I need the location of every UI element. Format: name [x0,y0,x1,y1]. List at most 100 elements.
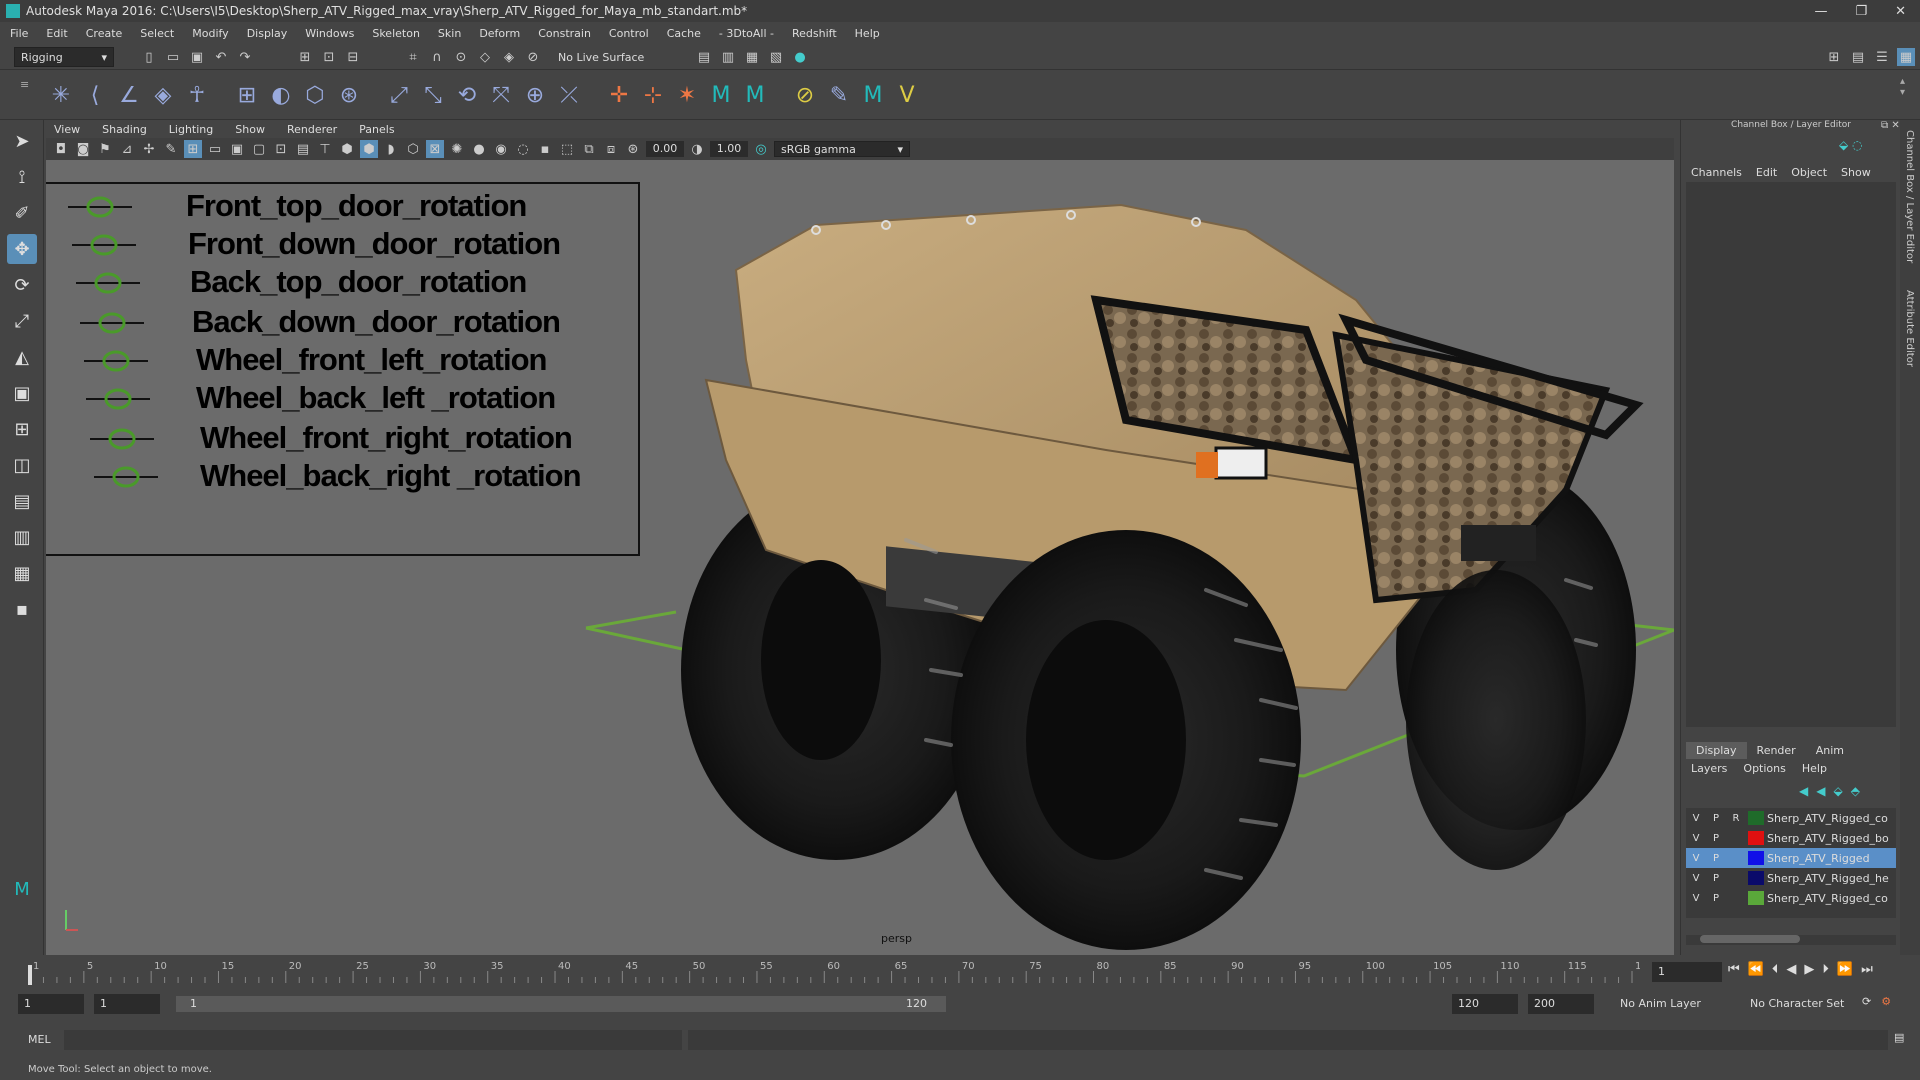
rotation-control-icon[interactable] [90,428,154,450]
modeling-toolkit-icon[interactable]: ⊞ [1825,48,1843,66]
panel-float-icon[interactable]: ⧉ ✕ [1881,120,1900,131]
go-to-start-icon[interactable]: ⏮ [1728,962,1740,977]
safe-action-icon[interactable]: ▤ [294,140,312,158]
aim-constraint-icon[interactable]: ⊕ [520,80,550,110]
layer-playback-toggle[interactable]: P [1706,853,1726,864]
help-menu[interactable]: Help [1802,762,1827,775]
resolution-gate-icon[interactable]: ▣ [228,140,246,158]
time-slider[interactable]: 1 5 10 15 20 25 30 35 40 45 50 55 60 65 70 75 80 85 90 95 10… [20,957,1640,987]
tab-display[interactable]: Display [1686,741,1747,759]
layer-playback-toggle[interactable]: P [1706,873,1726,884]
end-time-field[interactable]: 200 [1528,994,1594,1014]
perspective-viewport[interactable]: Front_top_door_rotation Front_down_door_r… [46,160,1674,955]
menu-modify[interactable]: Modify [192,27,228,40]
menu-constrain[interactable]: Constrain [538,27,591,40]
snap-grid-icon[interactable]: ⌗ [404,48,422,66]
menu-help[interactable]: Help [855,27,880,40]
command-input[interactable] [64,1030,682,1050]
delete-history-icon[interactable]: ⊘ [790,80,820,110]
menu-control[interactable]: Control [609,27,649,40]
play-forward-icon[interactable]: ▶ [1804,962,1814,977]
ik-handle-icon[interactable]: ⟨ [80,80,110,110]
wireframe-icon[interactable]: ⬢ [338,140,356,158]
layer-playback-toggle[interactable]: P [1706,893,1726,904]
new-empty-layer-icon[interactable]: ⬙ [1833,784,1842,798]
image-plane-icon[interactable]: ⊿ [118,140,136,158]
frame-all-icon[interactable]: ⧉ [580,140,598,158]
menu-edit[interactable]: Edit [46,27,67,40]
default-material-icon[interactable]: ◗ [382,140,400,158]
show-menu[interactable]: Show [1841,166,1871,179]
viewport-menu-panels[interactable]: Panels [359,123,394,136]
isolate-select-icon[interactable]: ⬚ [558,140,576,158]
menu-3dtoall[interactable]: - 3DtoAll - [719,27,774,40]
paint-weights-icon[interactable]: ◐ [266,80,296,110]
layer-color-swatch[interactable] [1748,871,1764,885]
field-chart-icon[interactable]: ⊡ [272,140,290,158]
script-editor-icon[interactable]: ▤ [1894,1031,1904,1044]
channels-menu[interactable]: Channels [1691,166,1742,179]
snap-curve-icon[interactable]: ∩ [428,48,446,66]
step-forward-key-icon[interactable]: ⏩ [1837,962,1853,977]
safe-title-icon[interactable]: ⊤ [316,140,334,158]
tool-settings-toggle-icon[interactable]: ☰ [1873,48,1891,66]
exposure-field[interactable]: 0.00 [646,141,684,157]
select-hierarchy-icon[interactable]: ⊞ [296,48,314,66]
redo-icon[interactable]: ↷ [236,48,254,66]
layer-row[interactable]: V P Sherp_ATV_Rigged_bo [1686,828,1896,848]
current-frame-field[interactable]: 1 [1652,962,1722,982]
anim-layer-dropdown[interactable]: No Anim Layer [1620,997,1701,1010]
lasso-tool-icon[interactable]: ⟟ [7,162,37,192]
viewport-menu-shading[interactable]: Shading [102,123,147,136]
star-control-icon[interactable]: ✶ [672,80,702,110]
create-joints-icon[interactable]: ✳ [46,80,76,110]
paint-select-icon[interactable]: ✐ [7,198,37,228]
rotate-tool-icon[interactable]: ⟳ [7,270,37,300]
bookmark-icon[interactable]: ⚑ [96,140,114,158]
save-scene-icon[interactable]: ▣ [188,48,206,66]
channel-box-options-icon[interactable]: ⬙ ◌ [1839,138,1863,152]
step-back-frame-icon[interactable]: ⏴ [1772,962,1779,977]
select-component-icon[interactable]: ⊟ [344,48,362,66]
channel-box-toggle-icon[interactable]: ▦ [1897,48,1915,66]
viewport-menu-renderer[interactable]: Renderer [287,123,337,136]
cluster-icon[interactable]: ⊛ [334,80,364,110]
layout-four-icon[interactable]: ⊞ [7,414,37,444]
play-backward-icon[interactable]: ◀ [1786,962,1796,977]
rotation-control-icon[interactable] [76,272,140,294]
select-tool-icon[interactable]: ➤ [7,126,37,156]
make-live-icon[interactable]: ⊘ [524,48,542,66]
command-language-label[interactable]: MEL [28,1033,51,1046]
gamma-icon[interactable]: ◑ [688,140,706,158]
new-scene-icon[interactable]: ▯ [140,48,158,66]
last-tool-icon[interactable]: ◭ [7,342,37,372]
lattice-icon[interactable]: ⬡ [300,80,330,110]
frame-selected-icon[interactable]: ⧈ [602,140,620,158]
move-layer-up-icon[interactable]: ◀ [1799,784,1808,798]
locator-icon[interactable]: ✛ [604,80,634,110]
layer-scrollbar[interactable] [1686,935,1896,945]
side-tab-attribute-editor[interactable]: Attribute Editor [1904,290,1915,367]
gamma-field[interactable]: 1.00 [710,141,748,157]
ipr-render-icon[interactable]: ▦ [743,48,761,66]
select-object-icon[interactable]: ⊡ [320,48,338,66]
menu-display[interactable]: Display [247,27,288,40]
layout-more-icon[interactable]: ▪ [7,594,37,624]
layer-row[interactable]: V P Sherp_ATV_Rigged_co [1686,888,1896,908]
xray-joints-icon[interactable]: ✺ [448,140,466,158]
rotation-control-icon[interactable] [94,466,158,488]
move-tool-icon[interactable]: ✥ [7,234,37,264]
rotation-control-icon[interactable] [80,312,144,334]
rotation-control-icon[interactable] [86,388,150,410]
go-to-end-icon[interactable]: ⏭ [1861,962,1873,977]
layer-visibility-toggle[interactable]: V [1686,853,1706,864]
maya-m-alt-icon[interactable]: M [740,80,770,110]
tab-anim[interactable]: Anim [1806,742,1854,759]
move-layer-down-icon[interactable]: ◀ [1816,784,1825,798]
layer-color-swatch[interactable] [1748,851,1764,865]
object-menu[interactable]: Object [1791,166,1827,179]
2d-pan-icon[interactable]: ✢ [140,140,158,158]
scrollbar-thumb[interactable] [1700,935,1800,943]
camera-select-icon[interactable]: ◘ [52,140,70,158]
snap-plane-icon[interactable]: ◇ [476,48,494,66]
